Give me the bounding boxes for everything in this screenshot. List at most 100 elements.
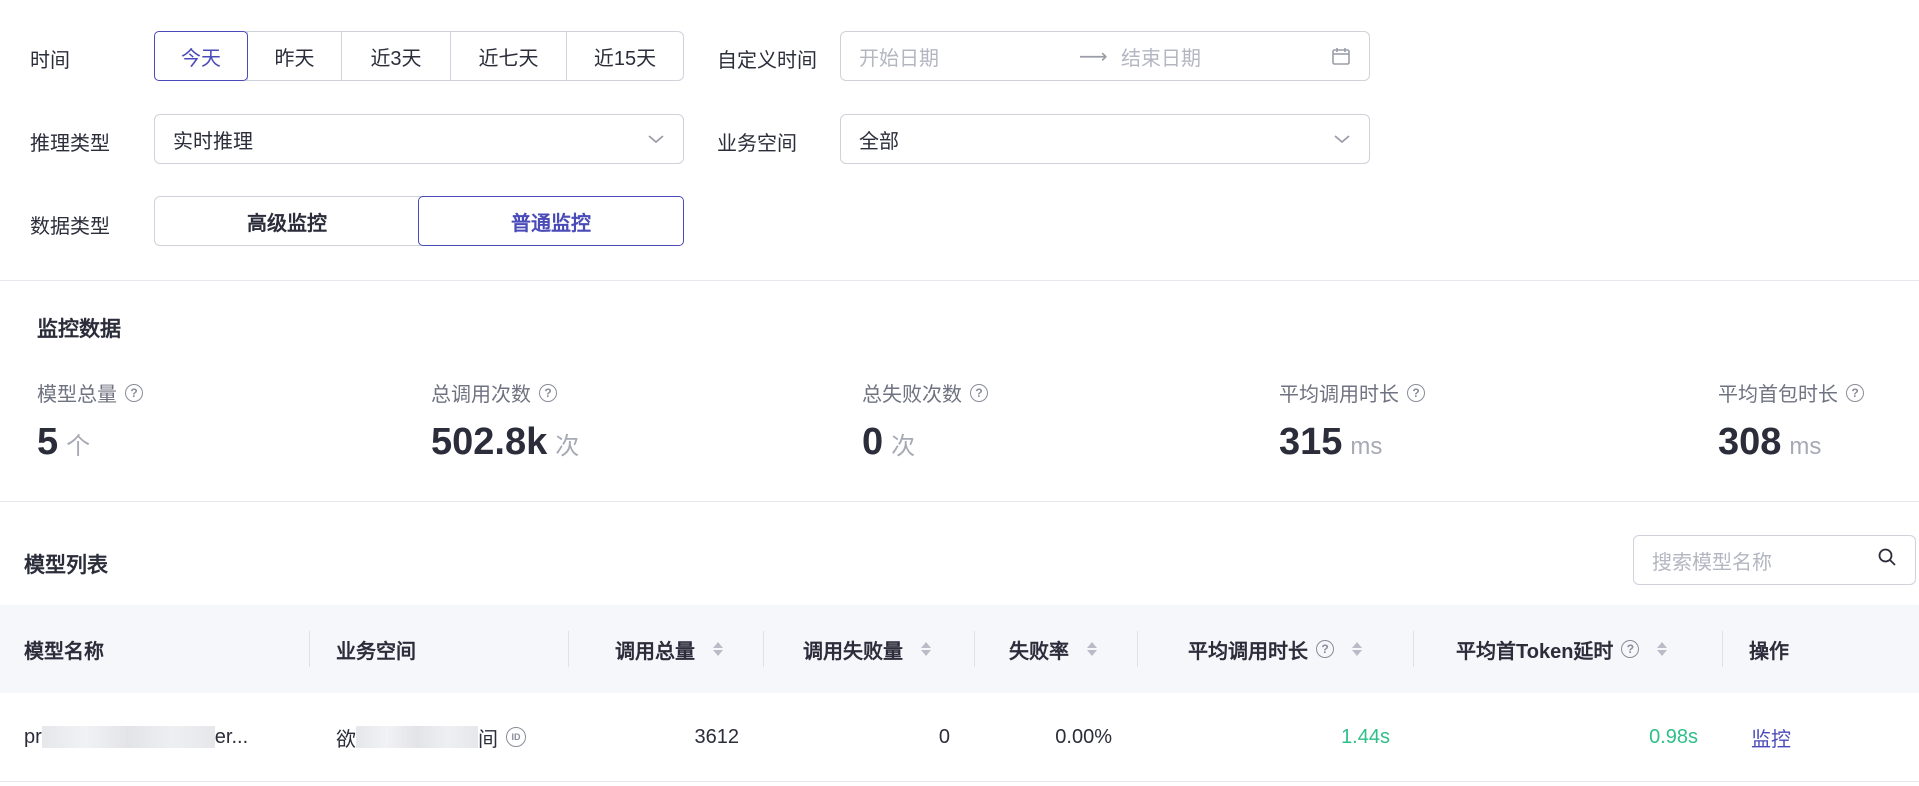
workspace-label: 业务空间 bbox=[717, 133, 797, 155]
stat-unit: 个 bbox=[66, 433, 91, 460]
stat-value: 315 bbox=[1279, 421, 1343, 463]
cell-first-token: 0.98s bbox=[1649, 725, 1698, 748]
stat-avg-first-packet: 平均首包时长? 308 ms bbox=[1718, 378, 1864, 464]
time-label: 时间 bbox=[30, 50, 70, 72]
question-circle-icon[interactable]: ? bbox=[1846, 383, 1864, 402]
data-type-normal[interactable]: 普通监控 bbox=[418, 196, 684, 246]
cell-fail-rate: 0.00% bbox=[1055, 725, 1112, 748]
column-header-label: 平均调用时长 bbox=[1188, 640, 1308, 663]
column-header-fail-rate[interactable]: 失败率 bbox=[1009, 605, 1097, 693]
calendar-icon bbox=[1331, 46, 1351, 66]
divider bbox=[0, 501, 1919, 502]
column-separator bbox=[309, 631, 310, 667]
question-circle-icon[interactable]: ? bbox=[1621, 640, 1640, 658]
stat-unit: 次 bbox=[555, 433, 580, 460]
stat-unit: ms bbox=[1350, 433, 1383, 460]
inference-type-select[interactable]: 实时推理 bbox=[154, 114, 684, 164]
stat-value: 0 bbox=[862, 421, 884, 463]
column-header-label: 调用总量 bbox=[615, 640, 695, 663]
question-circle-icon[interactable]: ? bbox=[539, 383, 557, 402]
sort-icon[interactable] bbox=[1087, 642, 1097, 656]
column-header-failed-calls[interactable]: 调用失败量 bbox=[803, 605, 931, 693]
workspace-select[interactable]: 全部 bbox=[840, 114, 1370, 164]
time-option-today[interactable]: 今天 bbox=[154, 31, 248, 81]
stat-unit: ms bbox=[1789, 433, 1822, 460]
question-circle-icon[interactable]: ? bbox=[1316, 640, 1334, 658]
model-search-input[interactable]: 搜索模型名称 bbox=[1652, 546, 1772, 575]
sort-icon[interactable] bbox=[713, 642, 723, 656]
stat-label: 平均首包时长 bbox=[1718, 384, 1838, 406]
inference-type-label: 推理类型 bbox=[30, 133, 110, 155]
custom-time-label: 自定义时间 bbox=[717, 50, 817, 72]
stat-label: 总调用次数 bbox=[431, 384, 531, 406]
column-header-label: 平均首Token延时 bbox=[1456, 640, 1614, 663]
redacted-text bbox=[356, 726, 478, 748]
search-icon[interactable] bbox=[1877, 547, 1897, 573]
data-type-group: 高级监控 普通监控 bbox=[154, 196, 684, 246]
start-date-input[interactable]: 开始日期 bbox=[859, 42, 1079, 71]
column-header-model-name: 模型名称 bbox=[24, 640, 104, 663]
column-header-avg-duration[interactable]: 平均调用时长? bbox=[1188, 605, 1362, 693]
cell-workspace: 欲 间 ID bbox=[336, 693, 526, 781]
sort-icon[interactable] bbox=[921, 642, 931, 656]
model-name-prefix: pr bbox=[24, 725, 42, 748]
column-separator bbox=[974, 631, 975, 667]
time-option-15days[interactable]: 近15天 bbox=[566, 32, 683, 80]
cell-total-calls: 3612 bbox=[694, 725, 740, 748]
stat-total-failures: 总失败次数? 0次 bbox=[862, 378, 988, 464]
sort-icon[interactable] bbox=[1352, 642, 1362, 656]
column-separator bbox=[763, 631, 764, 667]
model-name-suffix: er... bbox=[214, 725, 249, 748]
redacted-text bbox=[41, 726, 215, 748]
stat-total-calls: 总调用次数? 502.8k 次 bbox=[431, 378, 579, 464]
sort-icon[interactable] bbox=[1657, 642, 1668, 656]
stat-value: 502.8k bbox=[431, 421, 548, 463]
date-range-picker[interactable]: 开始日期 ⟶ 结束日期 bbox=[840, 31, 1370, 81]
workspace-prefix: 欲 bbox=[336, 728, 356, 751]
time-option-yesterday[interactable]: 昨天 bbox=[247, 32, 341, 80]
column-header-first-token[interactable]: 平均首Token延时? bbox=[1456, 605, 1668, 693]
question-circle-icon[interactable]: ? bbox=[970, 383, 988, 402]
monitor-section-title: 监控数据 bbox=[37, 318, 121, 341]
monitor-link[interactable]: 监控 bbox=[1751, 693, 1791, 781]
cell-avg-duration: 1.44s bbox=[1341, 725, 1390, 748]
stat-label: 模型总量 bbox=[37, 384, 117, 406]
column-header-total-calls[interactable]: 调用总量 bbox=[615, 605, 723, 693]
column-separator bbox=[1722, 631, 1723, 667]
divider bbox=[0, 280, 1919, 281]
column-separator bbox=[1137, 631, 1138, 667]
stat-value: 5 bbox=[37, 421, 59, 463]
question-circle-icon[interactable]: ? bbox=[125, 383, 143, 402]
cell-failed-calls: 0 bbox=[938, 725, 950, 748]
stat-label: 平均调用时长 bbox=[1279, 384, 1399, 406]
time-option-3days[interactable]: 近3天 bbox=[341, 32, 450, 80]
stat-label: 总失败次数 bbox=[862, 384, 962, 406]
column-separator bbox=[1413, 631, 1414, 667]
table-header: 模型名称 业务空间 调用总量 调用失败量 失败率 平均调用时长? 平均首Toke… bbox=[0, 605, 1919, 693]
end-date-input[interactable]: 结束日期 bbox=[1121, 42, 1331, 71]
stat-unit: 次 bbox=[891, 433, 916, 460]
chevron-down-icon bbox=[1333, 128, 1351, 151]
column-header-workspace: 业务空间 bbox=[336, 640, 416, 663]
stat-avg-duration: 平均调用时长? 315 ms bbox=[1279, 378, 1425, 464]
time-option-7days[interactable]: 近七天 bbox=[450, 32, 566, 80]
chevron-down-icon bbox=[647, 128, 665, 151]
cell-model-name: pr er... bbox=[24, 693, 248, 781]
column-header-action: 操作 bbox=[1749, 640, 1789, 663]
stat-model-total: 模型总量? 5个 bbox=[37, 378, 143, 464]
column-header-label: 调用失败量 bbox=[803, 640, 903, 663]
divider bbox=[0, 781, 1919, 782]
id-badge-icon[interactable]: ID bbox=[506, 727, 526, 747]
column-separator bbox=[568, 631, 569, 667]
arrow-right-icon: ⟶ bbox=[1079, 45, 1108, 68]
model-search-box[interactable]: 搜索模型名称 bbox=[1633, 535, 1916, 585]
workspace-suffix: 间 bbox=[478, 728, 498, 751]
data-type-advanced[interactable]: 高级监控 bbox=[155, 197, 419, 245]
question-circle-icon[interactable]: ? bbox=[1407, 383, 1425, 402]
model-list-title: 模型列表 bbox=[24, 554, 108, 577]
column-header-label: 失败率 bbox=[1009, 640, 1069, 663]
data-type-label: 数据类型 bbox=[30, 216, 110, 238]
workspace-value: 全部 bbox=[859, 130, 899, 153]
time-range-group: 今天 昨天 近3天 近七天 近15天 bbox=[154, 31, 684, 81]
stat-value: 308 bbox=[1718, 421, 1782, 463]
